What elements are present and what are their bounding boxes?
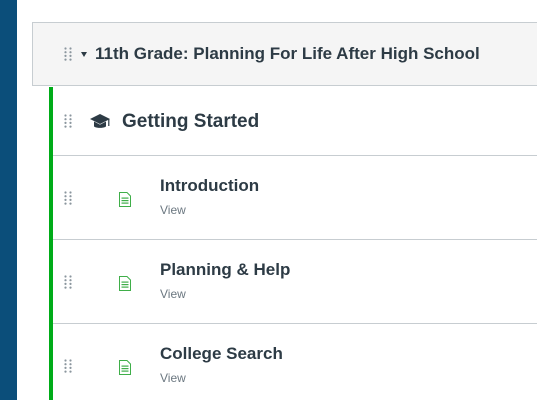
list-item[interactable]: Planning & Help View bbox=[53, 240, 537, 324]
drag-handle-icon[interactable] bbox=[64, 359, 72, 373]
item-subtitle: View bbox=[160, 203, 186, 217]
list-item[interactable]: College Search View bbox=[53, 324, 537, 400]
graduation-cap-icon bbox=[89, 113, 111, 131]
module-title[interactable]: 11th Grade: Planning For Life After High… bbox=[95, 44, 480, 64]
drag-handle-icon[interactable] bbox=[64, 47, 72, 61]
item-subtitle: View bbox=[160, 371, 186, 385]
list-item[interactable]: Introduction View bbox=[53, 156, 537, 240]
item-title[interactable]: Introduction bbox=[160, 176, 259, 196]
item-title[interactable]: College Search bbox=[160, 344, 283, 364]
drag-handle-icon[interactable] bbox=[64, 114, 72, 128]
collapse-caret-icon[interactable] bbox=[81, 51, 87, 57]
module-header[interactable]: 11th Grade: Planning For Life After High… bbox=[32, 22, 537, 86]
sub-header-title: Getting Started bbox=[122, 111, 260, 132]
page-icon bbox=[119, 360, 131, 375]
item-subtitle: View bbox=[160, 287, 186, 301]
page-icon bbox=[119, 192, 131, 207]
drag-handle-icon[interactable] bbox=[64, 275, 72, 289]
sub-header-getting-started: Getting Started bbox=[53, 87, 537, 156]
page-icon bbox=[119, 276, 131, 291]
module-items: Getting Started Introduction View Planni… bbox=[49, 87, 537, 400]
item-title[interactable]: Planning & Help bbox=[160, 260, 290, 280]
drag-handle-icon[interactable] bbox=[64, 191, 72, 205]
